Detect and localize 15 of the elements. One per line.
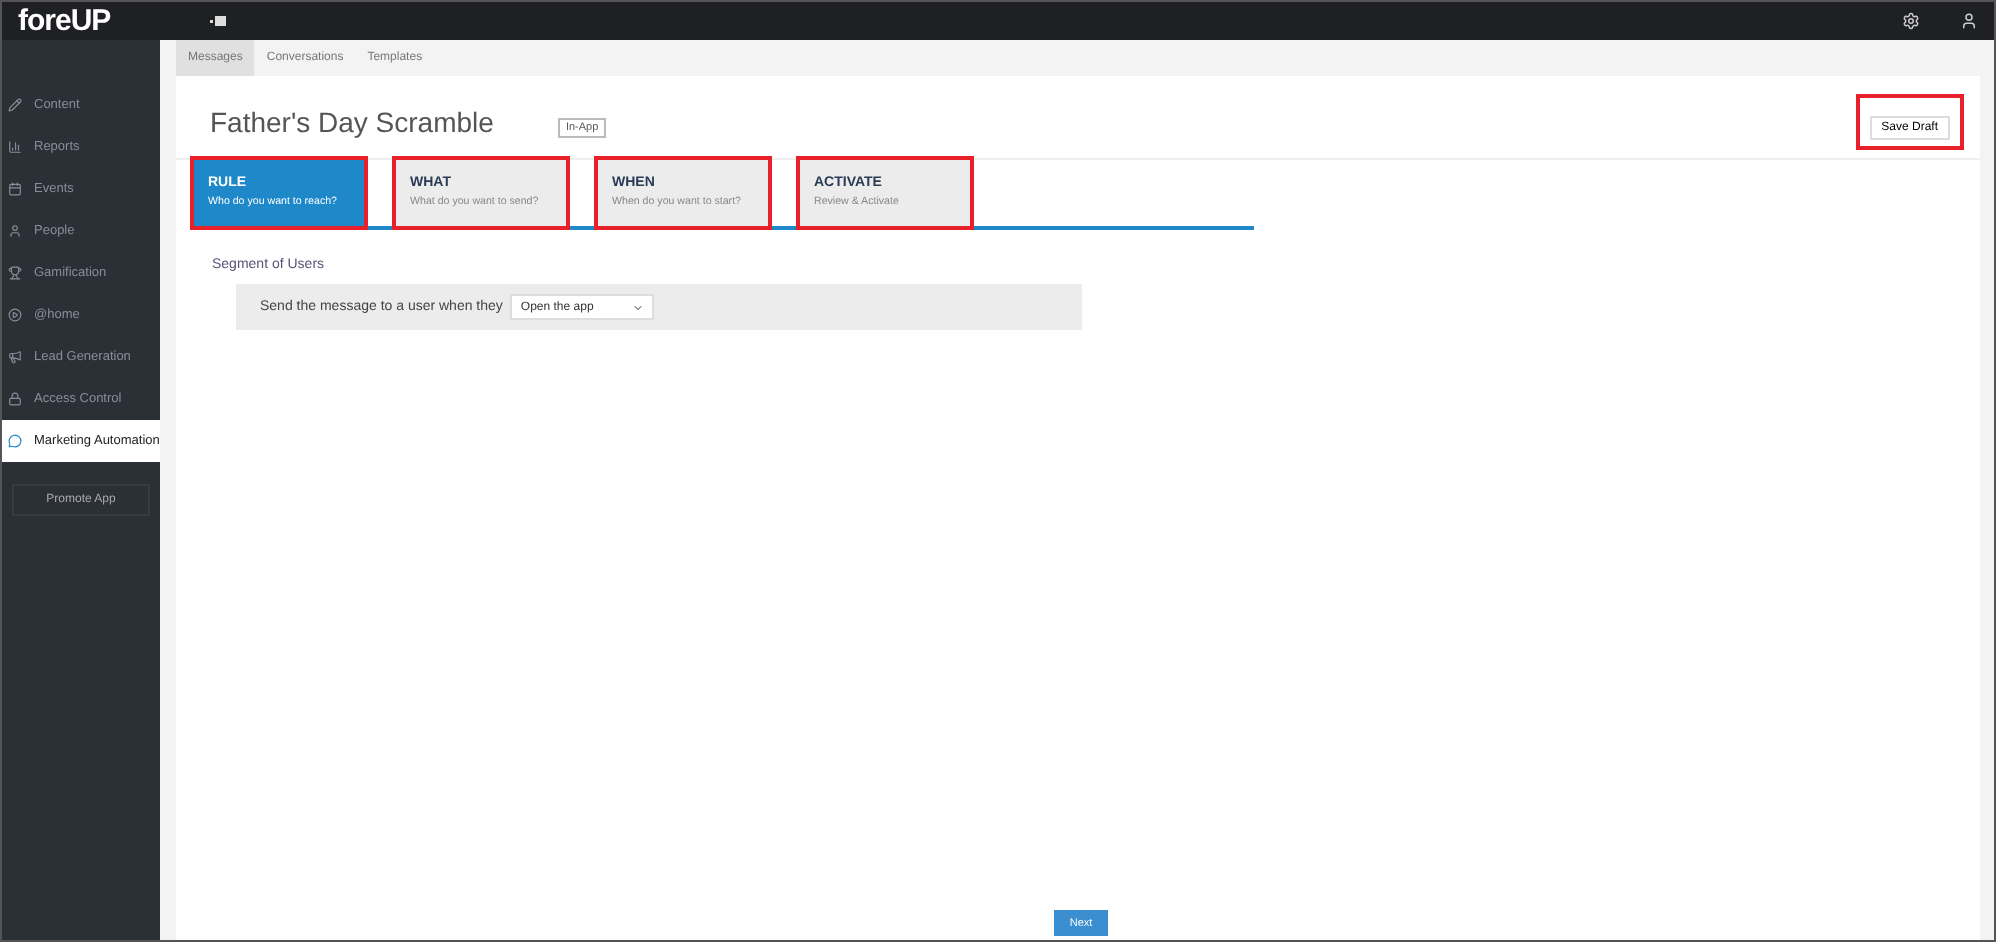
sidebar-icon — [8, 182, 22, 196]
sidebar-icon — [8, 140, 22, 154]
app-logo: foreUP — [18, 4, 111, 38]
user-icon[interactable] — [1960, 12, 1978, 30]
sidebar-icon — [8, 308, 22, 322]
sidebar-icon — [8, 224, 22, 238]
sidebar-icon — [8, 434, 22, 448]
sidebar-icon — [8, 266, 22, 280]
sidebar-icon — [8, 98, 22, 112]
settings-icon[interactable] — [1902, 12, 1920, 30]
sidebar-icon — [8, 350, 22, 364]
caret-icon — [632, 301, 645, 313]
sidebar-icon — [8, 392, 22, 406]
page-title: Father's Day Scramble — [210, 106, 494, 138]
menu-toggle-icon[interactable] — [210, 16, 227, 26]
